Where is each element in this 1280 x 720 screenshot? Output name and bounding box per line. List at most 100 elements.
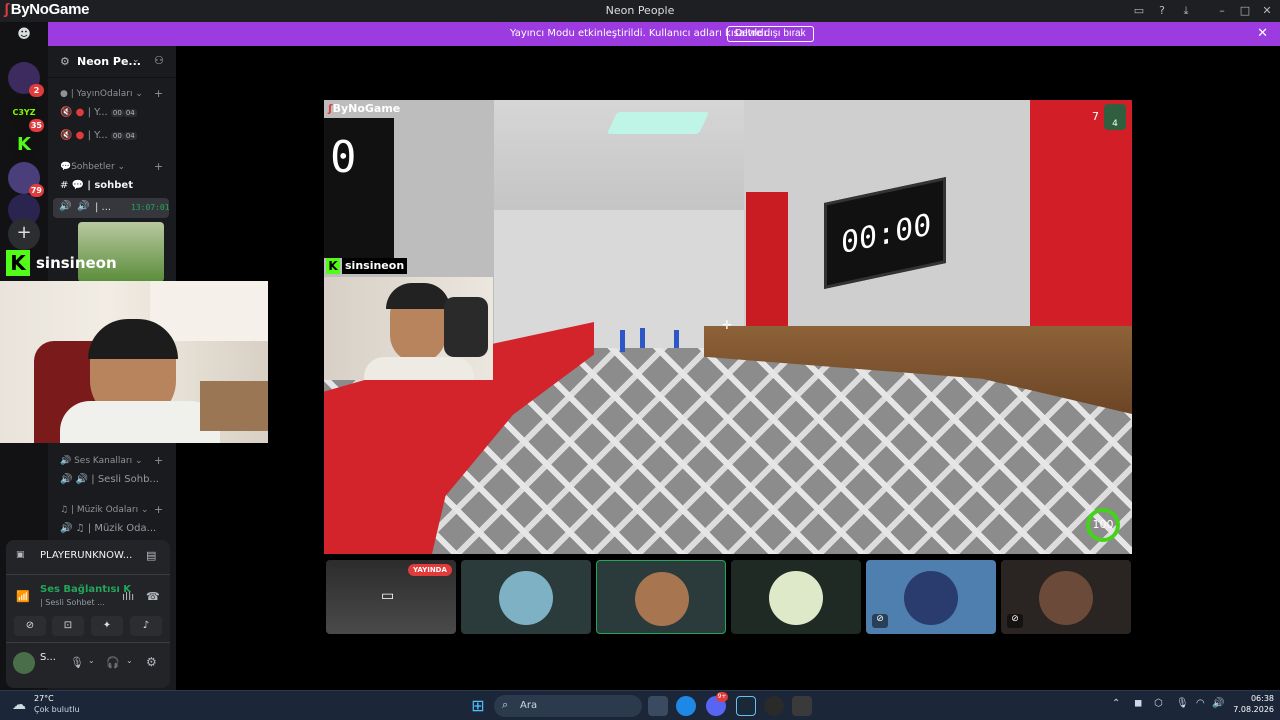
security-icon[interactable]: ⬡ <box>1154 698 1163 709</box>
steam-icon[interactable] <box>736 696 756 716</box>
user-tile-1[interactable] <box>461 560 591 634</box>
player-avatar-badge: 4 <box>1104 104 1126 130</box>
search-icon: ⌕ <box>502 698 509 711</box>
game-icon: ▣ <box>16 550 25 560</box>
tray-icon[interactable]: ◼ <box>1134 698 1142 709</box>
tray-chevron-icon[interactable]: ⌃ <box>1112 698 1120 709</box>
discord-home-icon[interactable]: ☻ <box>8 24 40 46</box>
obs-icon[interactable] <box>764 696 784 716</box>
avatar <box>499 571 553 625</box>
clock-time[interactable]: 06:38 <box>1234 694 1274 703</box>
player-figure <box>674 330 679 348</box>
chevron-down-icon[interactable]: ⌄ <box>88 656 95 665</box>
activities-icon[interactable]: ✦ <box>91 616 123 636</box>
red-curtain <box>1030 100 1132 326</box>
avatar <box>635 572 689 626</box>
stream-tile[interactable]: YAYINDA ▭ <box>326 560 456 634</box>
player-figure <box>620 330 625 352</box>
user-tile-4[interactable]: ⊘ <box>866 560 996 634</box>
voice-status[interactable]: Ses Bağlantısı K <box>40 584 131 595</box>
task-view-icon[interactable] <box>648 696 668 716</box>
window-title: Neon People <box>605 4 675 17</box>
category-sohbetler[interactable]: 💬Sohbetler ⌄ <box>60 162 125 172</box>
category-ses-kanallari[interactable]: 🔊 Ses Kanalları ⌄ <box>60 456 142 466</box>
taskbar: ☁ 27°C Çok bulutlu ⊞ ⌕ Ara 9+ ⌃ ◼ ⬡ 🎙 ◠ … <box>0 690 1280 720</box>
server-icon-4[interactable]: 79 <box>8 162 44 197</box>
search-box[interactable]: ⌕ Ara <box>494 695 642 717</box>
signal-icon[interactable]: 📶 <box>16 590 30 603</box>
mic-tray-icon[interactable]: 🎙 <box>1176 698 1189 709</box>
wifi-icon[interactable]: ◠ <box>1196 698 1205 709</box>
disconnect-icon[interactable]: ☎ <box>146 590 160 603</box>
username: S... <box>40 652 56 663</box>
minimize-icon[interactable]: – <box>1214 3 1230 19</box>
ceiling-light <box>606 112 710 134</box>
weather-text: Çok bulutlu <box>34 705 80 714</box>
user-tile-2[interactable] <box>596 560 726 634</box>
stream-preview-thumbnail[interactable] <box>78 222 164 282</box>
add-channel-icon[interactable]: + <box>154 503 163 516</box>
stream-brand: ʃByNoGame <box>328 102 401 115</box>
kick-logo-icon: K <box>326 258 340 274</box>
add-server-icon[interactable]: + <box>8 218 40 250</box>
avatar <box>769 571 823 625</box>
server-icon-c3yz[interactable]: C3YZ 35 <box>8 97 44 132</box>
streamer-mode-banner: Yayıncı Modu etkinleştirildi. Kullanıcı … <box>48 22 1280 46</box>
user-tile-3[interactable] <box>731 560 861 634</box>
channel-voice-1[interactable]: 🔇 ● | Y... 00 04 <box>60 107 170 127</box>
user-tile-5[interactable]: ⊘ <box>1001 560 1131 634</box>
edge-icon[interactable] <box>676 696 696 716</box>
windows-start-icon[interactable]: ⊞ <box>468 696 488 716</box>
add-channel-icon[interactable]: + <box>154 160 163 173</box>
close-window-icon[interactable]: ✕ <box>1259 3 1275 19</box>
voice-duration: 13:07:01 <box>131 203 170 212</box>
discord-taskbar-icon[interactable]: 9+ <box>706 692 728 716</box>
maximize-icon[interactable]: □ <box>1237 3 1253 19</box>
noise-suppression-icon[interactable]: ıllı <box>122 590 134 603</box>
avatar[interactable] <box>13 652 35 674</box>
server-icon-1[interactable]: 2 <box>8 62 44 97</box>
activity-icon[interactable]: ▤ <box>146 549 156 562</box>
live-badge: YAYINDA <box>408 564 452 576</box>
avatar <box>1039 571 1093 625</box>
invite-user-icon[interactable]: ⚇ <box>154 54 164 67</box>
screen-icon: ▭ <box>381 588 395 604</box>
avatar <box>904 571 958 625</box>
speaker-icon: 🔊 <box>59 201 72 212</box>
banner-close-icon[interactable]: ✕ <box>1257 26 1268 41</box>
left-screen: 0 <box>324 118 394 258</box>
headphones-icon[interactable]: 🎧 <box>106 656 120 669</box>
streamer-webcam-small <box>324 277 493 380</box>
soundboard-icon[interactable]: ♪ <box>130 616 162 636</box>
server-header[interactable]: ⚙ Neon Pe... ⌄ ⚇ <box>48 46 176 78</box>
activity-game: PLAYERUNKNOW... <box>40 550 133 561</box>
app-icon[interactable] <box>792 696 812 716</box>
category-muzik-odalari[interactable]: ♫ | Müzik Odaları ⌄ <box>60 505 149 515</box>
volume-icon[interactable]: 🔊 <box>1212 698 1224 709</box>
download-icon[interactable]: ⤓ <box>1178 3 1194 19</box>
title-bar: ʃ ByNoGame Neon People ▭ ? ⤓ – □ ✕ <box>0 0 1280 22</box>
weather-icon[interactable]: ☁ <box>12 697 26 713</box>
camera-off-icon[interactable]: ⊘ <box>14 616 46 636</box>
chevron-down-icon[interactable]: ⌄ <box>126 656 133 665</box>
voice-panel: ▣ PLAYERUNKNOW... ▤ 📶 Ses Bağlantısı K |… <box>6 540 170 688</box>
channel-active-voice[interactable]: 🔊 🔊 | ... 13:07:01 <box>53 198 170 218</box>
channel-voice-sesli[interactable]: 🔊 🔊 | Sesli Sohb... <box>60 474 159 494</box>
category-yayin-odalari[interactable]: ● | YayınOdaları ⌄ <box>60 89 143 99</box>
speaker-icon: 🔊 <box>77 201 90 212</box>
inbox-icon[interactable]: ▭ <box>1131 3 1147 19</box>
disable-streamer-mode-button[interactable]: Devre dışı bırak <box>727 26 814 42</box>
microphone-icon[interactable]: 🎙 <box>70 656 84 669</box>
red-curtain <box>746 192 788 332</box>
screen-share-icon[interactable]: ⊡ <box>52 616 84 636</box>
clock-date[interactable]: 7.08.2026 <box>1228 705 1274 714</box>
channel-text-sohbet[interactable]: # 💬 | sohbet <box>60 180 133 200</box>
channel-voice-2[interactable]: 🔇 ● | Y... 00 04 <box>60 130 170 150</box>
server-icon-k[interactable]: K <box>8 129 40 161</box>
add-channel-icon[interactable]: + <box>154 87 163 100</box>
add-channel-icon[interactable]: + <box>154 454 163 467</box>
health-indicator: 100 <box>1086 508 1120 542</box>
streamer-webcam <box>0 281 268 443</box>
user-settings-icon[interactable]: ⚙ <box>146 655 157 669</box>
help-icon[interactable]: ? <box>1154 3 1170 19</box>
